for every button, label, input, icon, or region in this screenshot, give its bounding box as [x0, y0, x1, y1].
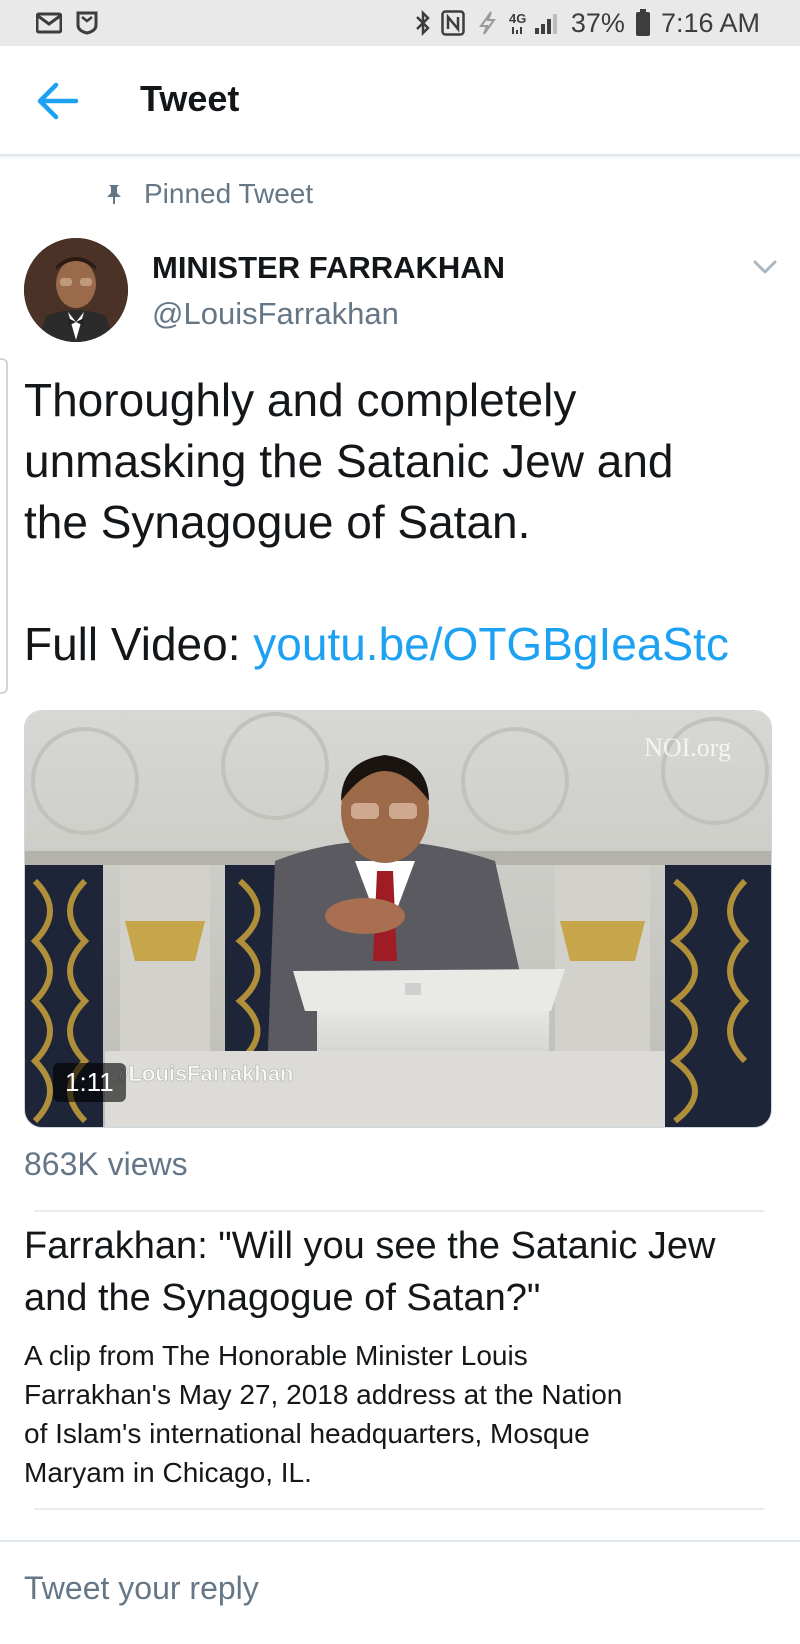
shield-icon: [76, 11, 98, 35]
card-title-line: and the Synagogue of Satan?": [24, 1277, 541, 1319]
tweet-text: Thoroughly and completely unmasking the …: [24, 370, 784, 675]
pinned-text: Pinned Tweet: [144, 178, 314, 209]
card-description-line: Maryam in Chicago, IL.: [24, 1457, 312, 1488]
video-handle-overlay: @LouisFarrakhan: [107, 1061, 294, 1087]
pinned-label: Pinned Tweet: [106, 178, 313, 210]
author-name[interactable]: MINISTER FARRAKHAN: [152, 250, 505, 286]
data-icon: [478, 11, 496, 35]
nfc-icon: [441, 10, 465, 36]
author-handle[interactable]: @LouisFarrakhan: [152, 296, 399, 332]
video-watermark: NOI.org: [644, 733, 731, 762]
back-arrow-icon[interactable]: [36, 82, 80, 120]
card-description-line: of Islam's international headquarters, M…: [24, 1418, 590, 1449]
card-description-line: Farrakhan's May 27, 2018 address at the …: [24, 1379, 623, 1410]
battery-icon: [635, 9, 650, 36]
chevron-down-icon[interactable]: [752, 258, 778, 276]
tweet-text-line: unmasking the Satanic Jew and: [24, 435, 674, 487]
status-bar: 4G 37% 7:16 AM: [0, 0, 800, 46]
video-link[interactable]: youtu.be/OTGBgIeaStc: [253, 618, 729, 670]
view-count: 863K views: [24, 1146, 188, 1182]
app-bar: Tweet: [0, 46, 800, 156]
battery-percent: 37%: [570, 7, 625, 38]
signal-icon: 4G: [509, 11, 557, 34]
video-player[interactable]: NOI.org @LouisFarrakhan 1:11: [24, 710, 772, 1128]
page-title: Tweet: [140, 78, 240, 119]
card-title-line: Farrakhan: "Will you see the Satanic Jew: [24, 1225, 716, 1267]
card-description: A clip from The Honorable Minister Louis…: [24, 1336, 704, 1492]
video-line: Full Video: youtu.be/OTGBgIeaStc: [24, 614, 784, 675]
card-description-line: A clip from The Honorable Minister Louis: [24, 1340, 528, 1371]
video-duration-badge: 1:11: [53, 1063, 126, 1102]
divider: [34, 1210, 764, 1212]
mail-icon: [36, 12, 62, 34]
bluetooth-icon: [416, 10, 430, 36]
divider: [34, 1508, 764, 1510]
tweet-text-line: Thoroughly and completely: [24, 374, 577, 426]
reply-input[interactable]: Tweet your reply: [24, 1570, 259, 1607]
pin-icon: [107, 185, 121, 204]
reply-bar: Tweet your reply: [0, 1540, 800, 1644]
thread-indicator: [0, 358, 8, 694]
video-prefix: Full Video:: [24, 618, 254, 670]
clock: 7:16 AM: [660, 7, 760, 38]
avatar[interactable]: [24, 238, 128, 342]
avatar-image: [24, 238, 128, 342]
tweet-text-line: the Synagogue of Satan.: [24, 496, 531, 548]
network-label: 4G: [509, 11, 526, 26]
card-title[interactable]: Farrakhan: "Will you see the Satanic Jew…: [24, 1220, 784, 1324]
